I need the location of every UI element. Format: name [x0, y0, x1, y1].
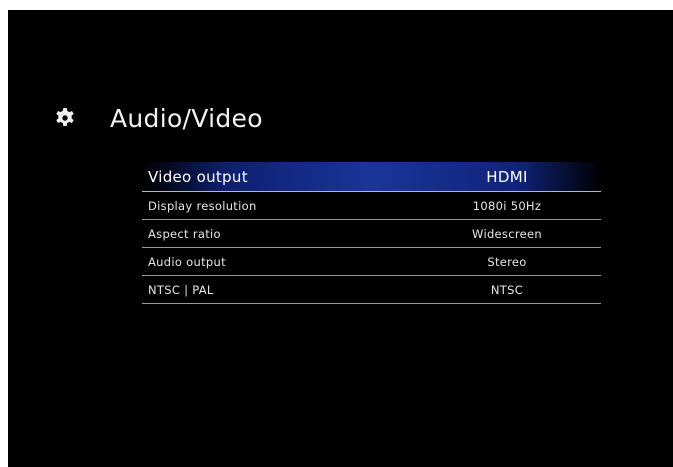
settings-screen: Audio/Video Video output HDMI Display re…: [8, 10, 673, 467]
settings-list: Video output HDMI Display resolution 108…: [142, 162, 601, 304]
setting-value: 1080i 50Hz: [472, 198, 542, 213]
gear-icon: [53, 106, 77, 130]
setting-aspect-ratio[interactable]: Aspect ratio Widescreen: [142, 220, 601, 248]
setting-ntsc-pal[interactable]: NTSC | PAL NTSC: [142, 276, 601, 304]
page-title: Audio/Video: [110, 103, 263, 133]
setting-value: Widescreen: [472, 226, 542, 241]
setting-value: NTSC: [490, 282, 524, 297]
setting-label: Audio output: [148, 254, 226, 269]
setting-audio-output[interactable]: Audio output Stereo: [142, 248, 601, 276]
setting-display-resolution[interactable]: Display resolution 1080i 50Hz: [142, 192, 601, 220]
setting-value: Stereo: [487, 254, 527, 269]
setting-label: Aspect ratio: [148, 226, 221, 241]
setting-video-output[interactable]: Video output HDMI: [142, 162, 601, 192]
setting-value: HDMI: [486, 167, 528, 186]
setting-label: NTSC | PAL: [148, 282, 214, 297]
page-header: Audio/Video: [53, 98, 263, 138]
setting-label: Display resolution: [148, 198, 257, 213]
setting-label: Video output: [148, 167, 248, 186]
